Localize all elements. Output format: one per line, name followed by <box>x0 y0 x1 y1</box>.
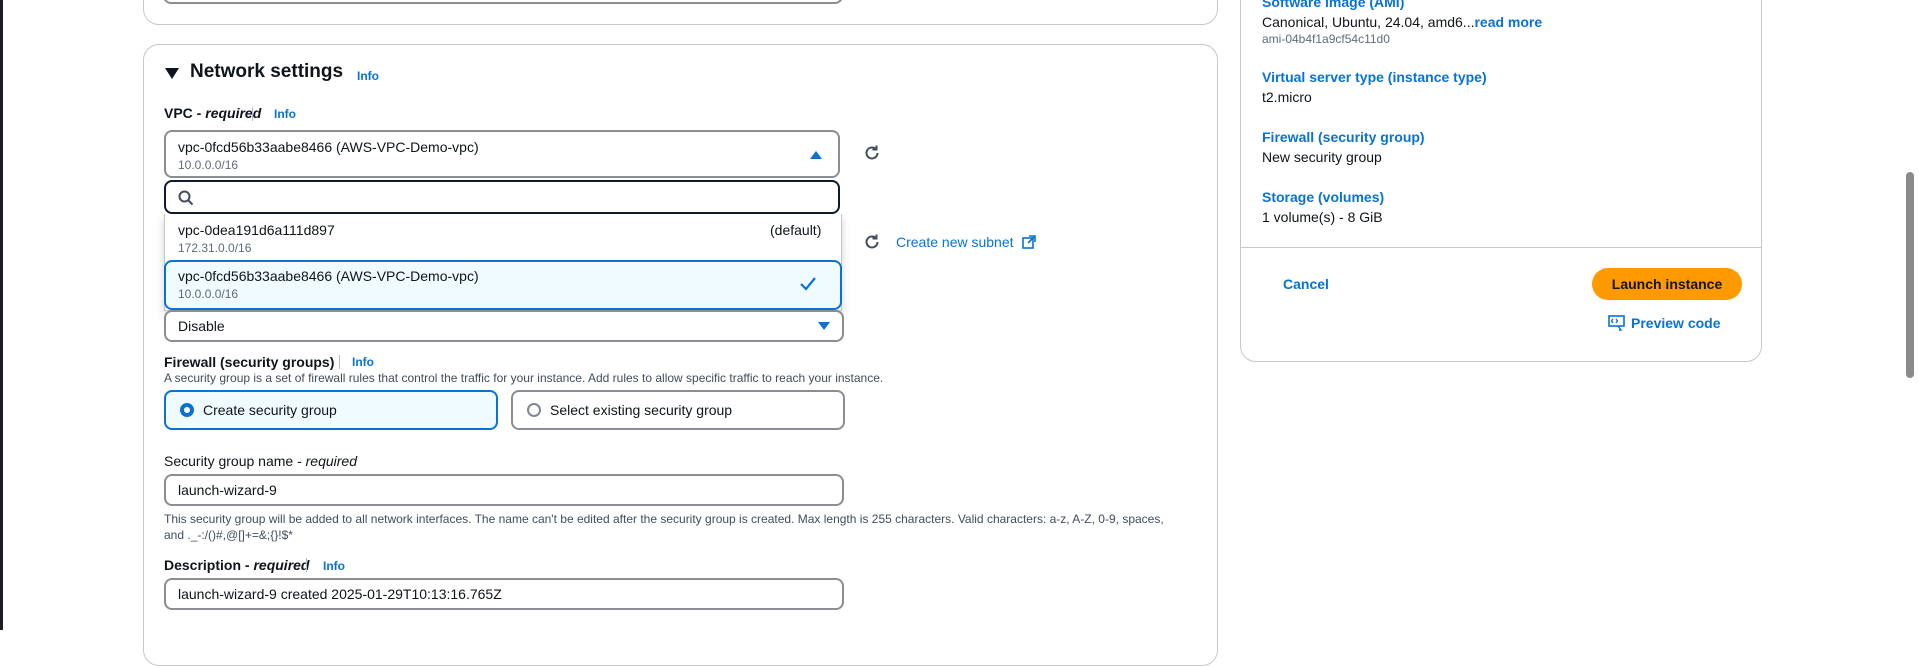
vpc-selected-cidr: 10.0.0.0/16 <box>178 158 239 172</box>
separator <box>306 558 307 572</box>
instance-type-value: t2.micro <box>1262 89 1312 105</box>
section-info-link[interactable]: Info <box>357 69 379 83</box>
ami-id: ami-04b4f1a9cf54c11d0 <box>1262 32 1390 46</box>
caret-up-icon <box>810 151 822 159</box>
window-edge <box>0 0 3 630</box>
vpc-dropdown: vpc-0dea191d6a111d897 172.31.0.0/16 (def… <box>164 214 842 311</box>
vpc-select[interactable]: vpc-0fcd56b33aabe8466 (AWS-VPC-Demo-vpc)… <box>164 130 840 178</box>
select-existing-group-option[interactable]: Select existing security group <box>511 390 845 430</box>
refresh-icon[interactable] <box>863 233 881 251</box>
ami-label[interactable]: Software image (AMI) <box>1262 0 1404 10</box>
vpc-option-name: vpc-0fcd56b33aabe8466 (AWS-VPC-Demo-vpc) <box>178 268 479 284</box>
vpc-info-link[interactable]: Info <box>274 107 296 121</box>
preview-code-icon <box>1608 315 1625 331</box>
vpc-option-selected[interactable]: vpc-0fcd56b33aabe8466 (AWS-VPC-Demo-vpc)… <box>164 260 842 310</box>
separator <box>339 355 340 369</box>
section-title[interactable]: Network settings <box>190 61 343 83</box>
preview-code-button[interactable]: Preview code <box>1608 315 1721 333</box>
description-input[interactable]: launch-wizard-9 created 2025-01-29T10:13… <box>164 578 844 610</box>
caret-down-icon <box>818 322 830 330</box>
divider <box>1241 247 1761 248</box>
firewall-label: Firewall (security groups) <box>164 354 335 370</box>
vpc-selected-name: vpc-0fcd56b33aabe8466 (AWS-VPC-Demo-vpc) <box>178 139 479 155</box>
sg-name-label: Security group name - required <box>164 453 358 469</box>
ami-value: Canonical, Ubuntu, 24.04, amd6...read mo… <box>1262 14 1543 30</box>
create-subnet-label: Create new subnet <box>896 234 1014 250</box>
refresh-icon[interactable] <box>863 144 881 162</box>
create-security-group-option[interactable]: Create security group <box>164 390 498 430</box>
firewall-info-link[interactable]: Info <box>352 355 374 369</box>
preview-code-label: Preview code <box>1631 315 1721 331</box>
description-label: Description - required <box>164 557 310 573</box>
launch-instance-button[interactable]: Launch instance <box>1592 268 1742 300</box>
radio-button[interactable] <box>527 403 541 417</box>
search-icon <box>178 190 194 206</box>
sg-name-input[interactable]: launch-wizard-9 <box>164 474 844 506</box>
vpc-option[interactable]: vpc-0dea191d6a111d897 172.31.0.0/16 (def… <box>165 214 841 262</box>
vpc-search-input[interactable] <box>164 180 840 214</box>
vpc-label: VPC - required <box>164 105 262 121</box>
public-ip-select[interactable]: Disable <box>164 310 844 342</box>
description-info-link[interactable]: Info <box>323 559 345 573</box>
firewall-summary-label[interactable]: Firewall (security group) <box>1262 129 1425 145</box>
radio-button[interactable] <box>180 403 194 417</box>
create-subnet-link[interactable]: Create new subnet <box>896 234 1036 252</box>
caret-down-icon[interactable] <box>165 68 179 80</box>
external-link-icon <box>1022 235 1036 249</box>
checkmark-icon <box>800 277 816 291</box>
scrollbar-thumb[interactable] <box>1906 172 1914 378</box>
vpc-option-cidr: 10.0.0.0/16 <box>178 287 239 301</box>
vpc-option-name: vpc-0dea191d6a111d897 <box>178 222 335 238</box>
radio-label: Select existing security group <box>550 402 733 418</box>
instance-type-label[interactable]: Virtual server type (instance type) <box>1262 69 1487 85</box>
sg-name-help: This security group will be added to all… <box>164 512 1164 542</box>
previous-section-card <box>143 0 1218 25</box>
vpc-option-tag: (default) <box>770 222 822 238</box>
read-more-link[interactable]: read more <box>1474 14 1542 30</box>
storage-label[interactable]: Storage (volumes) <box>1262 189 1384 205</box>
storage-value: 1 volume(s) - 8 GiB <box>1262 209 1383 225</box>
radio-label: Create security group <box>203 402 337 418</box>
previous-field <box>163 0 843 4</box>
cancel-button[interactable]: Cancel <box>1283 276 1329 292</box>
vpc-option-cidr: 172.31.0.0/16 <box>178 241 252 255</box>
firewall-description: A security group is a set of firewall ru… <box>164 371 884 385</box>
public-ip-value: Disable <box>178 318 225 334</box>
summary-panel <box>1240 0 1762 362</box>
firewall-summary-value: New security group <box>1262 149 1382 165</box>
separator <box>252 107 253 121</box>
